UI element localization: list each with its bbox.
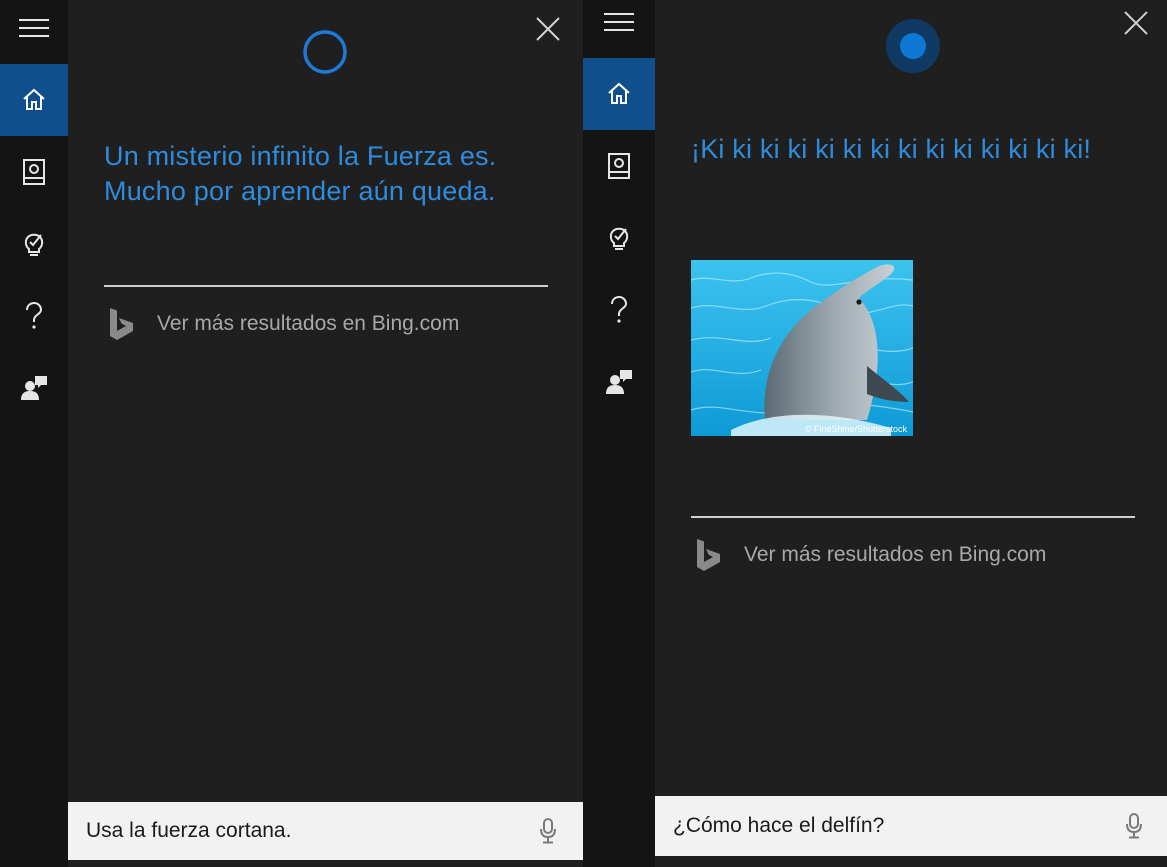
sidebar-item-help[interactable] bbox=[583, 274, 655, 346]
dolphin-image: © FineShine/Shutterstock bbox=[691, 260, 913, 436]
sidebar-item-notebook[interactable] bbox=[583, 130, 655, 202]
bing-logo-icon bbox=[110, 308, 133, 340]
bing-logo-icon bbox=[697, 539, 720, 571]
sidebar bbox=[583, 0, 655, 867]
sidebar-item-reminders[interactable] bbox=[0, 208, 68, 280]
close-button[interactable] bbox=[1121, 8, 1151, 38]
home-icon bbox=[608, 82, 630, 104]
sidebar-item-feedback[interactable] bbox=[583, 346, 655, 418]
cortana-listening-icon bbox=[303, 30, 347, 74]
search-bar[interactable]: Usa la fuerza cortana. bbox=[68, 802, 583, 860]
microphone-icon bbox=[540, 818, 556, 844]
bing-results-link[interactable]: Ver más resultados en Bing.com bbox=[696, 538, 1046, 572]
feedback-icon bbox=[21, 376, 47, 400]
close-icon bbox=[1124, 11, 1148, 35]
bing-results-label: Ver más resultados en Bing.com bbox=[157, 312, 460, 335]
divider bbox=[691, 516, 1135, 518]
sidebar-item-home[interactable] bbox=[583, 58, 655, 130]
search-bar[interactable]: ¿Cómo hace el delfín? bbox=[655, 796, 1167, 856]
feedback-icon bbox=[606, 370, 632, 394]
divider bbox=[104, 285, 548, 287]
sidebar-item-feedback[interactable] bbox=[0, 352, 68, 424]
hamburger-menu-button[interactable] bbox=[583, 0, 655, 58]
cortana-speaking-icon bbox=[886, 19, 940, 73]
hamburger-menu-icon bbox=[19, 19, 49, 37]
hamburger-menu-icon bbox=[604, 13, 634, 31]
notebook-icon bbox=[23, 159, 45, 185]
notebook-icon bbox=[608, 153, 630, 179]
cortana-panel-left: Un misterio infinito la Fuerza es. Mucho… bbox=[0, 0, 583, 867]
sidebar-item-notebook[interactable] bbox=[0, 136, 68, 208]
search-query[interactable]: Usa la fuerza cortana. bbox=[86, 819, 533, 843]
microphone-icon bbox=[1126, 813, 1142, 839]
sidebar-item-home[interactable] bbox=[0, 64, 68, 136]
search-query[interactable]: ¿Cómo hace el delfín? bbox=[673, 814, 1119, 838]
sidebar-item-help[interactable] bbox=[0, 280, 68, 352]
cortana-answer: Un misterio infinito la Fuerza es. Mucho… bbox=[104, 141, 497, 206]
close-button[interactable] bbox=[533, 14, 563, 44]
lightbulb-icon bbox=[609, 227, 629, 250]
microphone-button[interactable] bbox=[533, 816, 563, 846]
image-credit: © FineShine/Shutterstock bbox=[805, 424, 908, 434]
hamburger-menu-button[interactable] bbox=[0, 0, 68, 64]
cortana-answer: ¡Ki ki ki ki ki ki ki ki ki ki ki ki ki … bbox=[691, 134, 1092, 164]
help-icon bbox=[26, 301, 43, 329]
cortana-panel-right: ¡Ki ki ki ki ki ki ki ki ki ki ki ki ki … bbox=[583, 0, 1167, 867]
cortana-content-right: ¡Ki ki ki ki ki ki ki ki ki ki ki ki ki … bbox=[655, 0, 1167, 867]
microphone-button[interactable] bbox=[1119, 811, 1149, 841]
lightbulb-icon bbox=[24, 233, 44, 256]
sidebar bbox=[0, 0, 68, 867]
close-icon bbox=[536, 17, 560, 41]
sidebar-item-reminders[interactable] bbox=[583, 202, 655, 274]
bing-results-label: Ver más resultados en Bing.com bbox=[744, 543, 1047, 566]
bing-results-link[interactable]: Ver más resultados en Bing.com bbox=[109, 307, 459, 341]
help-icon bbox=[611, 295, 628, 323]
home-icon bbox=[23, 88, 45, 110]
cortana-content-left: Un misterio infinito la Fuerza es. Mucho… bbox=[68, 0, 583, 867]
